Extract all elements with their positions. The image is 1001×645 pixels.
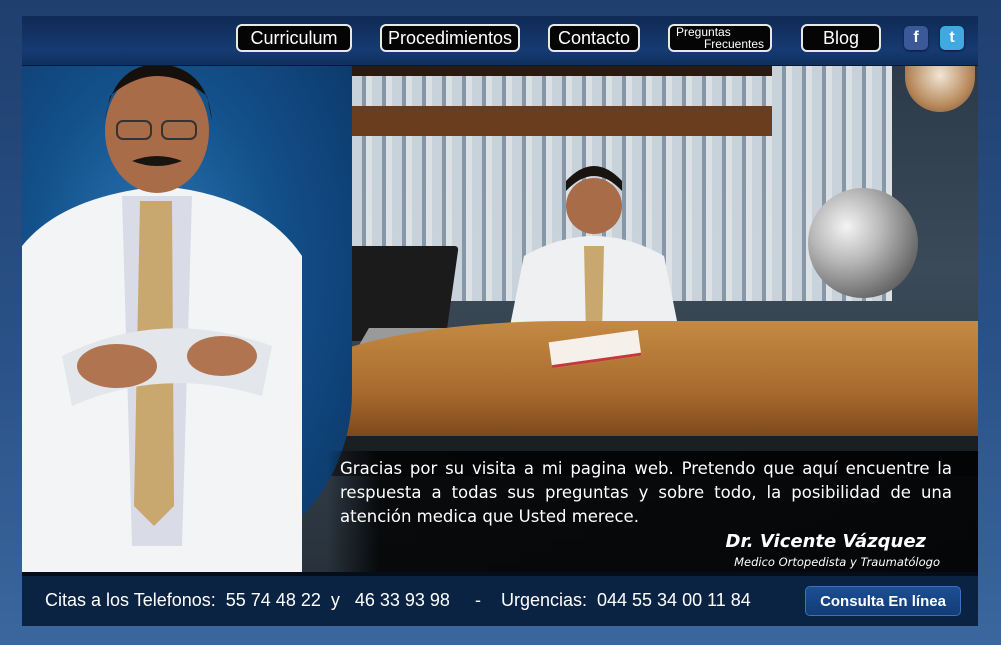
nav-blog-button[interactable]: Blog	[801, 24, 881, 52]
nav-curriculum-button[interactable]: Curriculum	[236, 24, 352, 52]
facebook-icon[interactable]: f	[904, 26, 928, 50]
office-photo-banner: Gracias por su visita a mi pagina web. P…	[22, 66, 978, 572]
site-frame: Gracias por su visita a mi pagina web. P…	[22, 16, 978, 626]
nav-frecuentes-label: Frecuentes	[703, 37, 764, 51]
contact-bar: Citas a los Telefonos: 55 74 48 22 y 46 …	[22, 572, 978, 626]
shelf-top	[352, 66, 772, 76]
consulta-en-linea-button[interactable]: Consulta En línea	[805, 586, 961, 616]
phone-numbers-text: Citas a los Telefonos: 55 74 48 22 y 46 …	[45, 590, 751, 610]
wall-clock	[905, 66, 975, 112]
top-navigation: Curriculum Procedimientos Contacto Pregu…	[22, 16, 978, 66]
nav-preguntas-frecuentes-button[interactable]: Preguntas Frecuentes	[668, 24, 772, 52]
twitter-icon[interactable]: t	[940, 26, 964, 50]
doctor-specialty: Medico Ortopedista y Traumatólogo	[734, 555, 940, 569]
standing-doctor-figure	[22, 66, 302, 572]
nav-procedimientos-button[interactable]: Procedimientos	[380, 24, 520, 52]
doctor-name: Dr. Vicente Vázquez	[725, 531, 926, 552]
desk-lamp	[808, 188, 918, 298]
bookshelf	[352, 106, 772, 136]
nav-contacto-button[interactable]: Contacto	[548, 24, 640, 52]
welcome-message-panel: Gracias por su visita a mi pagina web. P…	[327, 451, 978, 572]
welcome-message: Gracias por su visita a mi pagina web. P…	[340, 459, 952, 526]
